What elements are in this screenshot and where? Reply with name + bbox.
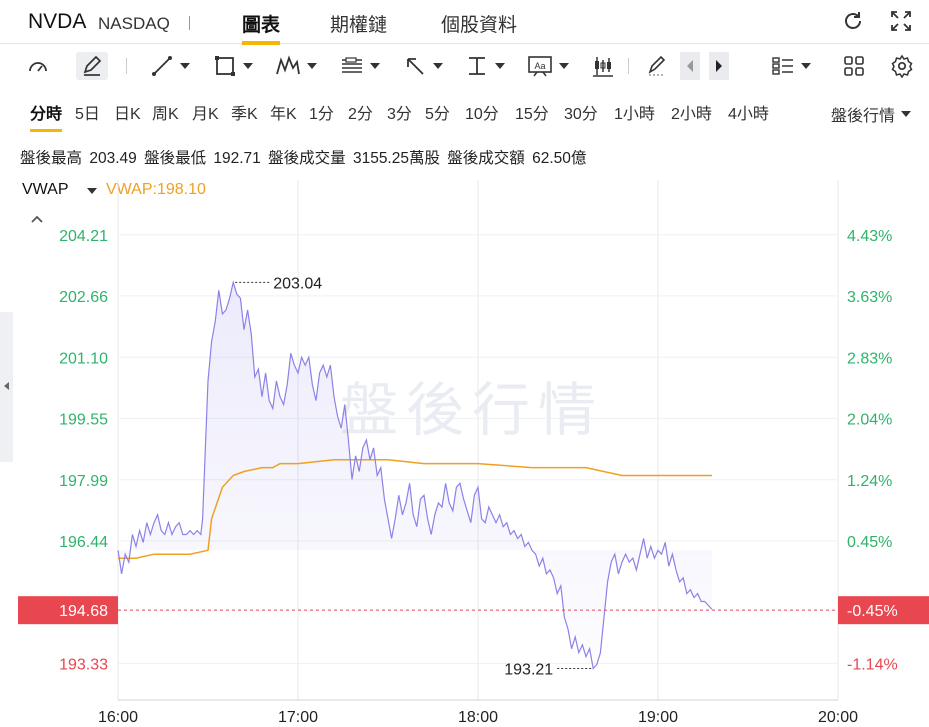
high-value-label: 203.04 [273,275,322,292]
y-tick-label-percent: 2.04% [847,411,892,428]
y-tick-label: 193.33 [59,656,108,673]
chart-watermark: 盤後行情 [340,376,604,444]
low-annotation: 193.21 [504,661,592,678]
y-tick-label-percent: 3.63% [847,289,892,306]
y-tick-label-percent: 0.45% [847,534,892,551]
y-tick-label: 201.10 [59,350,108,367]
y-tick-label-percent: 4.43% [847,228,892,245]
low-value-label: 193.21 [504,661,553,678]
y-tick-label: 197.99 [59,473,108,490]
price-chart[interactable]: 盤後行情 204.21 202.66 201.10 199.55 197.99 196.4… [0,0,929,727]
current-price-value: 194.68 [59,603,108,620]
x-tick-label: 19:00 [638,709,678,726]
x-tick-label: 18:00 [458,709,498,726]
high-annotation: 203.04 [235,275,322,292]
y-tick-label-percent: 1.24% [847,473,892,490]
y-tick-label: 202.66 [59,289,108,306]
x-axis: 16:00 17:00 18:00 19:00 20:00 [98,709,858,726]
current-change-value: -0.45% [847,603,898,620]
current-price-marker: 194.68 -0.45% [18,596,929,625]
x-tick-label: 20:00 [818,709,858,726]
y-tick-label: 196.44 [59,534,108,551]
x-tick-label: 17:00 [278,709,318,726]
y-tick-label-percent: 2.83% [847,350,892,367]
x-tick-label: 16:00 [98,709,138,726]
y-tick-label-percent: -1.14% [847,656,898,673]
y-tick-label: 204.21 [59,228,108,245]
y-tick-label: 199.55 [59,411,108,428]
